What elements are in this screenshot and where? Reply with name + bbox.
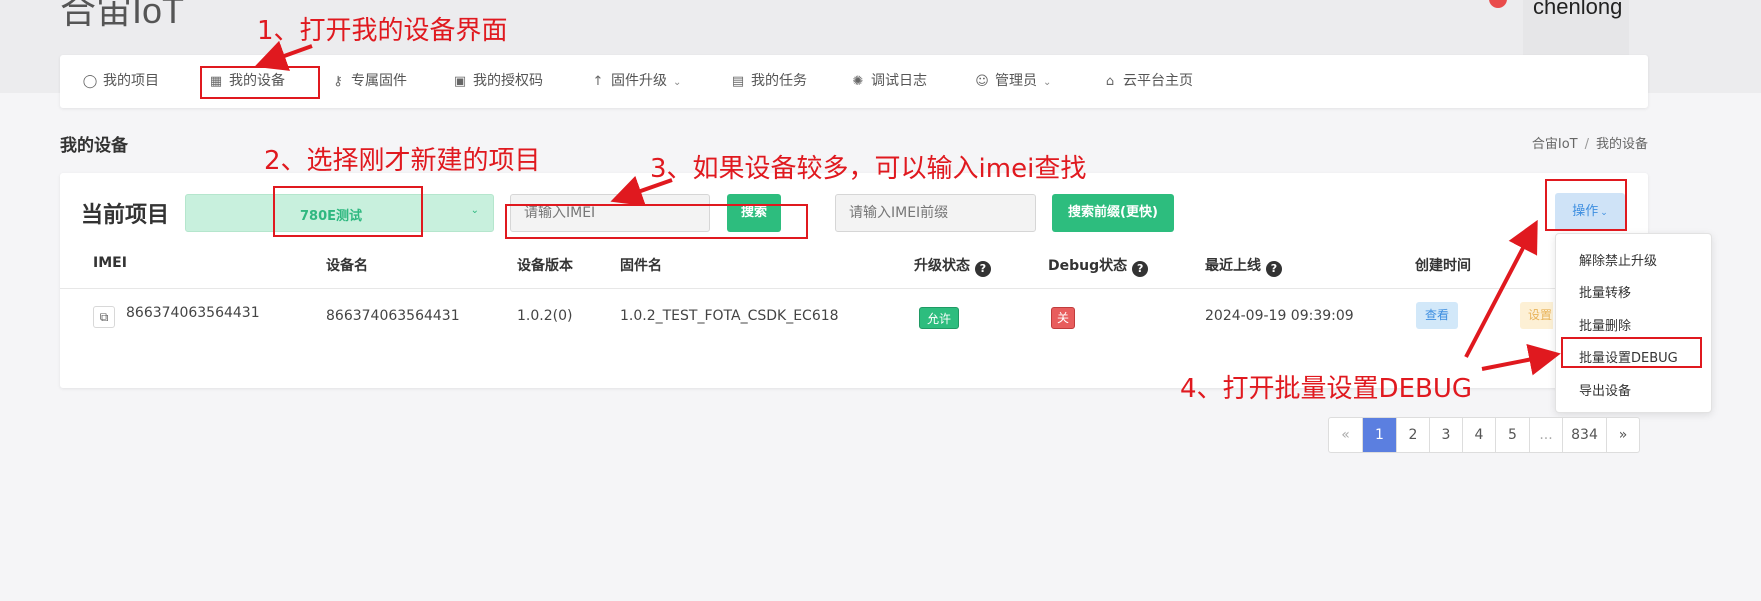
- arrow-step4-ops: [1464, 219, 1538, 358]
- arrow-step1: [254, 40, 313, 71]
- annotation-arrows: [254, 40, 1561, 376]
- arrow-step3: [610, 175, 673, 207]
- arrow-step4-menu: [1481, 343, 1561, 376]
